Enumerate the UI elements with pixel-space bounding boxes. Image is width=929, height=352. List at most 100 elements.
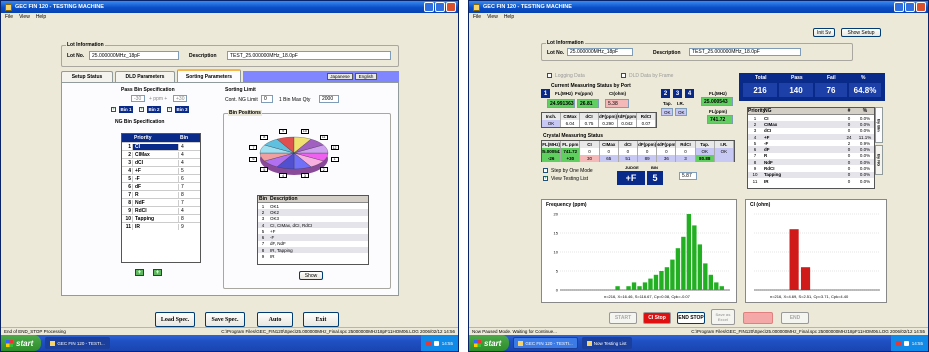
start-button[interactable]: start bbox=[469, 335, 510, 351]
bin3-box[interactable]: Bin 3 bbox=[175, 106, 189, 113]
table-row[interactable]: 5 +F bbox=[258, 228, 368, 234]
bin-max-field[interactable]: 2000 bbox=[319, 95, 339, 103]
table-row[interactable]: 1 CI 0 0.0% bbox=[748, 115, 874, 121]
add-row-button[interactable]: + bbox=[135, 269, 144, 276]
row-bin[interactable]: 5 bbox=[178, 167, 200, 174]
table-row[interactable]: 11 IR 0 0.0% bbox=[748, 178, 874, 184]
table-row[interactable]: 7R8 bbox=[122, 190, 200, 198]
table-row[interactable]: 6 dF 0 0.0% bbox=[748, 146, 874, 153]
tab-dld-parameters[interactable]: DLD Parameters bbox=[115, 71, 175, 82]
maximize-button[interactable] bbox=[435, 2, 445, 12]
tray-network-icon[interactable] bbox=[433, 340, 439, 346]
table-row[interactable]: 1 OK1 bbox=[258, 203, 368, 209]
description-field[interactable]: TEST_25.000000MHz_18.0pF bbox=[227, 51, 391, 60]
menu-view[interactable]: View bbox=[487, 14, 498, 20]
pass-minus-field[interactable]: -30 bbox=[131, 95, 145, 102]
show-setup-button[interactable]: Show Setup bbox=[841, 28, 881, 37]
minimize-button[interactable] bbox=[424, 2, 434, 12]
table-row[interactable]: 10 Tapping 8 bbox=[122, 214, 200, 222]
left-titlebar[interactable]: GEC FIN 120 - TESTING MACHINE bbox=[1, 1, 458, 13]
menu-help[interactable]: Help bbox=[36, 14, 46, 20]
table-row[interactable]: 7 dF, NdF bbox=[258, 241, 368, 247]
ci-stop-button[interactable]: CI Stop bbox=[643, 312, 671, 324]
bin2-box[interactable]: Bin 2 bbox=[147, 106, 161, 113]
port-4[interactable]: 4 bbox=[685, 89, 694, 98]
pink-button[interactable] bbox=[743, 312, 773, 324]
tray-shield-icon[interactable] bbox=[425, 340, 431, 346]
bin2-checkbox[interactable] bbox=[139, 106, 144, 112]
pass-plus-field[interactable]: +30 bbox=[173, 95, 187, 102]
end-button[interactable]: END bbox=[781, 312, 809, 324]
save-spec-button[interactable]: Save Spec. bbox=[205, 312, 245, 327]
port-3[interactable]: 3 bbox=[673, 89, 682, 98]
row-bin[interactable]: 4 bbox=[178, 143, 200, 150]
step-mode-checkbox[interactable] bbox=[543, 168, 548, 173]
table-row[interactable]: 9 RdCI 4 bbox=[122, 206, 200, 214]
lot-no-field[interactable]: 25.000000MHz_18pF bbox=[567, 48, 633, 56]
menu-help[interactable]: Help bbox=[504, 14, 514, 20]
table-row[interactable]: 2 OK2 bbox=[258, 209, 368, 216]
port-2[interactable]: 2 bbox=[661, 89, 670, 98]
minimize-button[interactable] bbox=[894, 2, 904, 12]
logging-data-checkbox[interactable] bbox=[547, 73, 552, 78]
table-row[interactable]: 1 CI 4 bbox=[122, 142, 200, 150]
row-bin[interactable]: 4 bbox=[178, 151, 200, 158]
taskbar-item-app[interactable]: GEC FIN 120 - TESTI... bbox=[45, 337, 110, 349]
table-row[interactable]: 8 NdF 0 0.0% bbox=[748, 159, 874, 166]
table-row[interactable]: 5 -F 6 bbox=[122, 174, 200, 182]
row-bin[interactable]: 8 bbox=[178, 215, 200, 222]
table-row[interactable]: 6 dF 7 bbox=[122, 182, 200, 190]
tab-by-bin[interactable]: By Bin bbox=[875, 107, 883, 143]
cont-ng-field[interactable]: 0 bbox=[261, 95, 273, 103]
row-bin[interactable]: 4 bbox=[178, 159, 200, 166]
table-row[interactable]: 8 NdF 7 bbox=[122, 198, 200, 206]
row-bin[interactable]: 4 bbox=[178, 207, 200, 214]
tab-by-ng[interactable]: By NG bbox=[875, 145, 883, 175]
table-row[interactable]: 9 RdCI 0 0.0% bbox=[748, 165, 874, 171]
load-spec-button[interactable]: Load Spec. bbox=[155, 312, 195, 327]
english-button[interactable]: English bbox=[355, 73, 377, 80]
table-row[interactable]: 10 Tapping 0 0.0% bbox=[748, 171, 874, 178]
fail-table[interactable]: Priority NG #% 1 CI 0 0.0% 2 CIMax 0 0.0% 3 dCI 0 0.0… bbox=[747, 107, 875, 189]
taskbar-item-testing-list[interactable]: Now Testing List bbox=[581, 337, 632, 349]
tab-sorting-parameters[interactable]: Sorting Parameters bbox=[177, 69, 241, 82]
row-bin[interactable]: 9 bbox=[178, 223, 200, 230]
menu-file[interactable]: File bbox=[473, 14, 481, 20]
remove-row-button[interactable]: + bbox=[153, 269, 162, 276]
table-row[interactable]: 8 IR, Tapping bbox=[258, 247, 368, 254]
end-stop-button[interactable]: END STOP bbox=[677, 312, 705, 324]
table-row[interactable]: 9 IR bbox=[258, 253, 368, 259]
menu-view[interactable]: View bbox=[19, 14, 30, 20]
table-row[interactable]: 6 -F bbox=[258, 234, 368, 241]
bin3-checkbox[interactable] bbox=[167, 106, 172, 112]
table-row[interactable]: 3 OK3 bbox=[258, 216, 368, 222]
table-row[interactable]: 7 R 0 0.0% bbox=[748, 153, 874, 159]
start-button[interactable]: start bbox=[1, 335, 42, 351]
view-list-checkbox[interactable] bbox=[543, 175, 548, 181]
maximize-button[interactable] bbox=[905, 2, 915, 12]
row-bin[interactable]: 8 bbox=[178, 191, 200, 198]
table-row[interactable]: 2 CIMax 4 bbox=[122, 150, 200, 158]
right-titlebar[interactable]: GEC FIN 120 - TESTING MACHINE bbox=[469, 1, 928, 13]
bin1-box[interactable]: Bin 1 bbox=[119, 106, 133, 113]
row-bin[interactable]: 6 bbox=[178, 175, 200, 182]
port-1[interactable]: 1 bbox=[541, 89, 550, 98]
close-button[interactable] bbox=[446, 2, 456, 12]
dld-data-checkbox[interactable] bbox=[621, 73, 626, 78]
table-row[interactable]: 4 +F 5 bbox=[122, 166, 200, 174]
bin1-checkbox[interactable] bbox=[111, 106, 116, 112]
bin-description-table[interactable]: Bin Description 1 OK1 2 OK2 3 OK3 4 CI, CIMax, … bbox=[257, 195, 369, 265]
close-button[interactable] bbox=[916, 2, 926, 12]
auto-button[interactable]: Auto bbox=[257, 312, 293, 327]
show-button[interactable]: Show bbox=[299, 271, 323, 280]
table-row[interactable]: 4 CI, CIMax, dCI, RdCI bbox=[258, 221, 368, 229]
taskbar-item-app[interactable]: GEC FIN 120 - TESTI... bbox=[513, 337, 578, 349]
lot-no-field[interactable]: 25.000000MHz_18pF bbox=[89, 51, 179, 60]
row-bin[interactable]: 7 bbox=[178, 183, 200, 190]
init-sv-button[interactable]: Init Sv bbox=[813, 28, 835, 37]
table-row[interactable]: 5 -F 2 0.9% bbox=[748, 140, 874, 146]
table-row[interactable]: 3 dCI 0 0.0% bbox=[748, 128, 874, 134]
row-bin[interactable]: 7 bbox=[178, 199, 200, 206]
table-row[interactable]: 11 IR 9 bbox=[122, 222, 200, 230]
tray-network-icon[interactable] bbox=[903, 340, 909, 346]
